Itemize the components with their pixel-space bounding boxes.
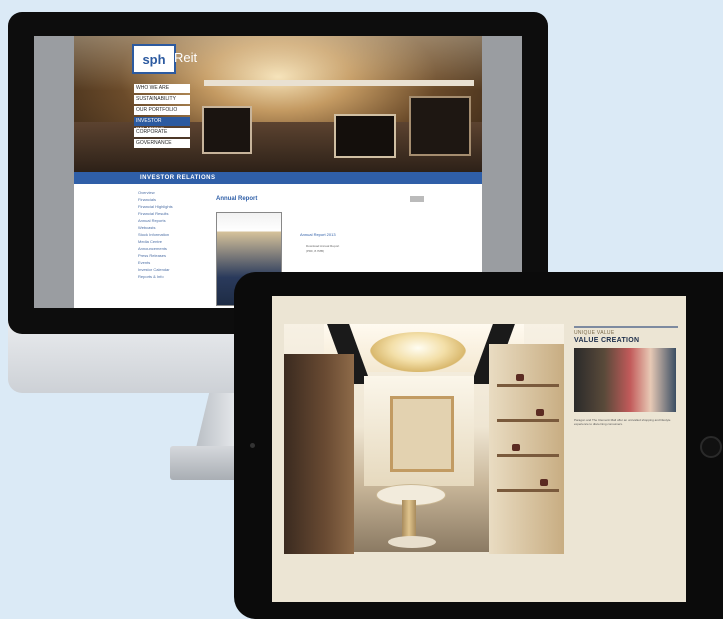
right-shelving xyxy=(489,344,564,554)
home-button[interactable] xyxy=(700,436,722,458)
shelf xyxy=(497,419,559,422)
sidebar-item[interactable]: Financials xyxy=(138,197,198,203)
sidebar-item[interactable]: Financial Results xyxy=(138,211,198,217)
sidebar-item[interactable]: Overview xyxy=(138,190,198,196)
share-icons[interactable] xyxy=(410,196,424,202)
sidebar-item[interactable]: Financial Highlights xyxy=(138,204,198,210)
handbag xyxy=(540,479,548,486)
left-display-wall xyxy=(284,354,354,554)
handbag xyxy=(512,444,520,451)
hero-storefront xyxy=(334,114,396,158)
hero-railing xyxy=(204,80,474,86)
back-display-niche xyxy=(390,396,454,472)
main-menu: WHO WE ARE SUSTAINABILITY OUR PORTFOLIO … xyxy=(134,84,190,150)
website-page: sph Reit WHO WE ARE SUSTAINABILITY OUR P… xyxy=(74,36,482,308)
content-heading: Annual Report xyxy=(216,196,258,202)
menu-item[interactable]: WHO WE ARE xyxy=(134,84,190,93)
annual-report-link[interactable]: Annual Report 2013 xyxy=(300,232,336,237)
imac-stand-foot xyxy=(170,446,240,480)
hero-storefront xyxy=(202,106,252,154)
shoppers-photo xyxy=(574,348,676,412)
caption-divider xyxy=(574,326,678,328)
boutique-interior-photo xyxy=(284,324,564,554)
report-download-list: Download Annual Report (PDF, 8.7MB) xyxy=(306,244,339,254)
site-logo[interactable]: sph xyxy=(132,44,176,74)
site-logo-text: Reit xyxy=(174,50,198,65)
download-size: (PDF, 8.7MB) xyxy=(306,249,325,253)
ipad-screen: UNIQUE VALUE VALUE CREATION Paragon and … xyxy=(272,296,686,602)
hero-storefront xyxy=(409,96,471,156)
table-stem xyxy=(402,500,416,540)
sidebar-item[interactable]: Reports & Info xyxy=(138,274,198,280)
shelf xyxy=(497,454,559,457)
menu-item[interactable]: SUSTAINABILITY xyxy=(134,95,190,104)
sidebar-item[interactable]: Media Centre xyxy=(138,239,198,245)
caption-title: VALUE CREATION xyxy=(574,337,640,344)
caption-kicker: UNIQUE VALUE xyxy=(574,330,615,336)
camera-icon xyxy=(250,443,255,448)
sidebar-item[interactable]: Events xyxy=(138,260,198,266)
table-base xyxy=(388,536,436,548)
handbag xyxy=(536,409,544,416)
caption-body: Paragon and The Clementi Mall offer an u… xyxy=(574,418,671,426)
sidebar-item[interactable]: Investor Calendar xyxy=(138,267,198,273)
shelf xyxy=(497,489,559,492)
sidebar-nav: Overview Financials Financial Highlights… xyxy=(138,190,198,281)
menu-item[interactable]: CORPORATE xyxy=(134,128,190,137)
shelf xyxy=(497,384,559,387)
menu-item-active[interactable]: INVESTOR RELATIONS xyxy=(134,117,190,133)
section-title-bar: INVESTOR RELATIONS xyxy=(74,172,482,184)
sidebar-item[interactable]: Webcasts xyxy=(138,225,198,231)
handbag xyxy=(516,374,524,381)
sidebar-item[interactable]: Annual Reports xyxy=(138,218,198,224)
menu-item[interactable]: OUR PORTFOLIO xyxy=(134,106,190,115)
sidebar-item[interactable]: Stock Information xyxy=(138,232,198,238)
imac-screen: sph Reit WHO WE ARE SUSTAINABILITY OUR P… xyxy=(34,36,522,308)
chandelier xyxy=(370,332,466,372)
sidebar-item[interactable]: Press Releases xyxy=(138,253,198,259)
menu-item[interactable]: GOVERNANCE xyxy=(134,139,190,148)
sidebar-item[interactable]: Announcements xyxy=(138,246,198,252)
